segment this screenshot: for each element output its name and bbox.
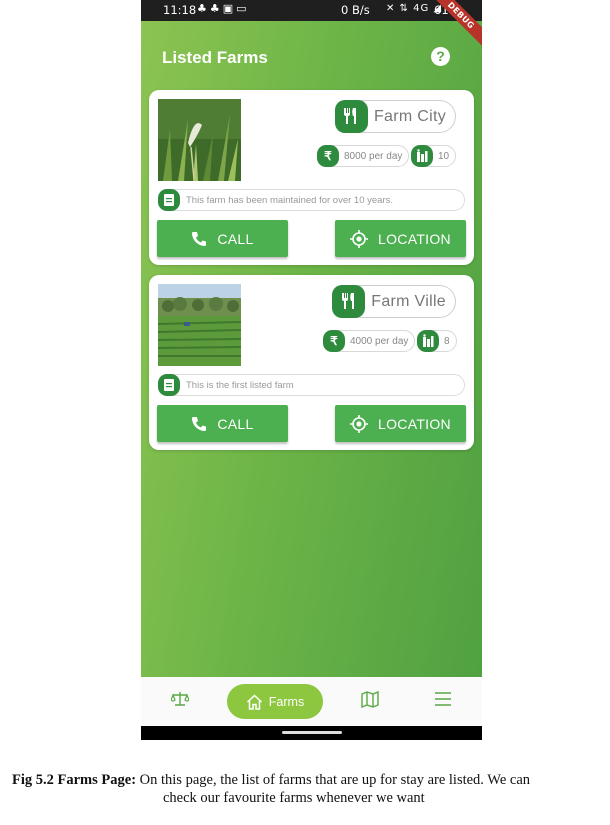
notification-icons: ♣♣▣▭	[197, 2, 250, 15]
farm-name-pill: Farm City	[334, 99, 456, 133]
call-label: CALL	[217, 230, 254, 247]
phone-screen: 11:18 ♣♣▣▭ 0 B/s ✕ ⇅ 4G ◢ 61% DEBUG List…	[141, 0, 482, 740]
document-icon	[158, 188, 180, 211]
menu-icon	[434, 691, 452, 712]
caption-label: Fig 5.2 Farms Page:	[12, 772, 137, 788]
caption-line1: On this page, the list of farms that are…	[139, 772, 531, 788]
nav-farms[interactable]: Farms	[227, 684, 323, 719]
location-button[interactable]: LOCATION	[335, 405, 466, 442]
status-time: 11:18	[163, 3, 197, 17]
bottom-navigation: Farms	[141, 677, 482, 726]
gps-icon	[350, 229, 369, 248]
restaurant-icon	[332, 284, 366, 318]
caption-line2: check our favourite farms whenever we wa…	[163, 790, 425, 806]
home-indicator[interactable]	[282, 731, 342, 734]
capacity-text: 10	[438, 150, 450, 162]
price-text: 8000 per day	[344, 150, 403, 162]
farm-image	[158, 284, 241, 366]
location-label: LOCATION	[378, 230, 451, 247]
call-label: CALL	[217, 415, 254, 432]
farm-image	[158, 99, 241, 181]
rupee-icon: ₹	[317, 144, 339, 167]
nav-scale[interactable]	[170, 691, 190, 712]
page-title: Listed Farms	[162, 48, 268, 67]
help-button[interactable]: ?	[431, 47, 450, 66]
price-text: 4000 per day	[350, 335, 409, 347]
description-pill: This farm has been maintained for over 1…	[158, 188, 465, 211]
capacity-text: 8	[444, 335, 450, 347]
nav-farms-label: Farms	[268, 694, 305, 709]
people-icon	[411, 144, 433, 167]
restaurant-icon	[334, 99, 368, 133]
farm-description: This farm has been maintained for over 1…	[186, 194, 393, 206]
location-button[interactable]: LOCATION	[335, 220, 466, 257]
nav-menu[interactable]	[434, 691, 452, 712]
description-pill: This is the first listed farm	[158, 373, 465, 396]
map-icon	[361, 690, 379, 713]
phone-icon	[191, 416, 207, 432]
phone-icon	[191, 231, 207, 247]
scale-icon	[170, 691, 190, 712]
rupee-icon: ₹	[323, 329, 345, 352]
farm-description: This is the first listed farm	[186, 379, 294, 391]
farm-card[interactable]: Farm Ville ₹ 4000 per day 8 This is the …	[149, 275, 474, 450]
home-icon	[246, 693, 263, 710]
call-button[interactable]: CALL	[157, 405, 288, 442]
document-icon	[158, 373, 180, 396]
capacity-chip: 10	[411, 144, 457, 167]
figure-caption: Fig 5.2 Farms Page: On this page, the li…	[12, 771, 610, 807]
farm-name-pill: Farm Ville	[332, 284, 456, 318]
call-button[interactable]: CALL	[157, 220, 288, 257]
price-chip: ₹ 8000 per day	[317, 144, 410, 167]
people-icon	[417, 329, 439, 352]
system-nav-bar	[141, 726, 482, 740]
farm-name: Farm Ville	[371, 292, 446, 310]
farm-card[interactable]: Farm City ₹ 8000 per day 10 This farm ha…	[149, 90, 474, 265]
farm-name: Farm City	[373, 107, 446, 125]
capacity-chip: 8	[417, 329, 457, 352]
network-speed: 0 B/s	[341, 3, 370, 17]
status-bar: 11:18 ♣♣▣▭ 0 B/s ✕ ⇅ 4G ◢ 61%	[141, 0, 482, 21]
price-chip: ₹ 4000 per day	[323, 329, 416, 352]
gps-icon	[350, 414, 369, 433]
location-label: LOCATION	[378, 415, 451, 432]
nav-map[interactable]	[361, 690, 379, 713]
